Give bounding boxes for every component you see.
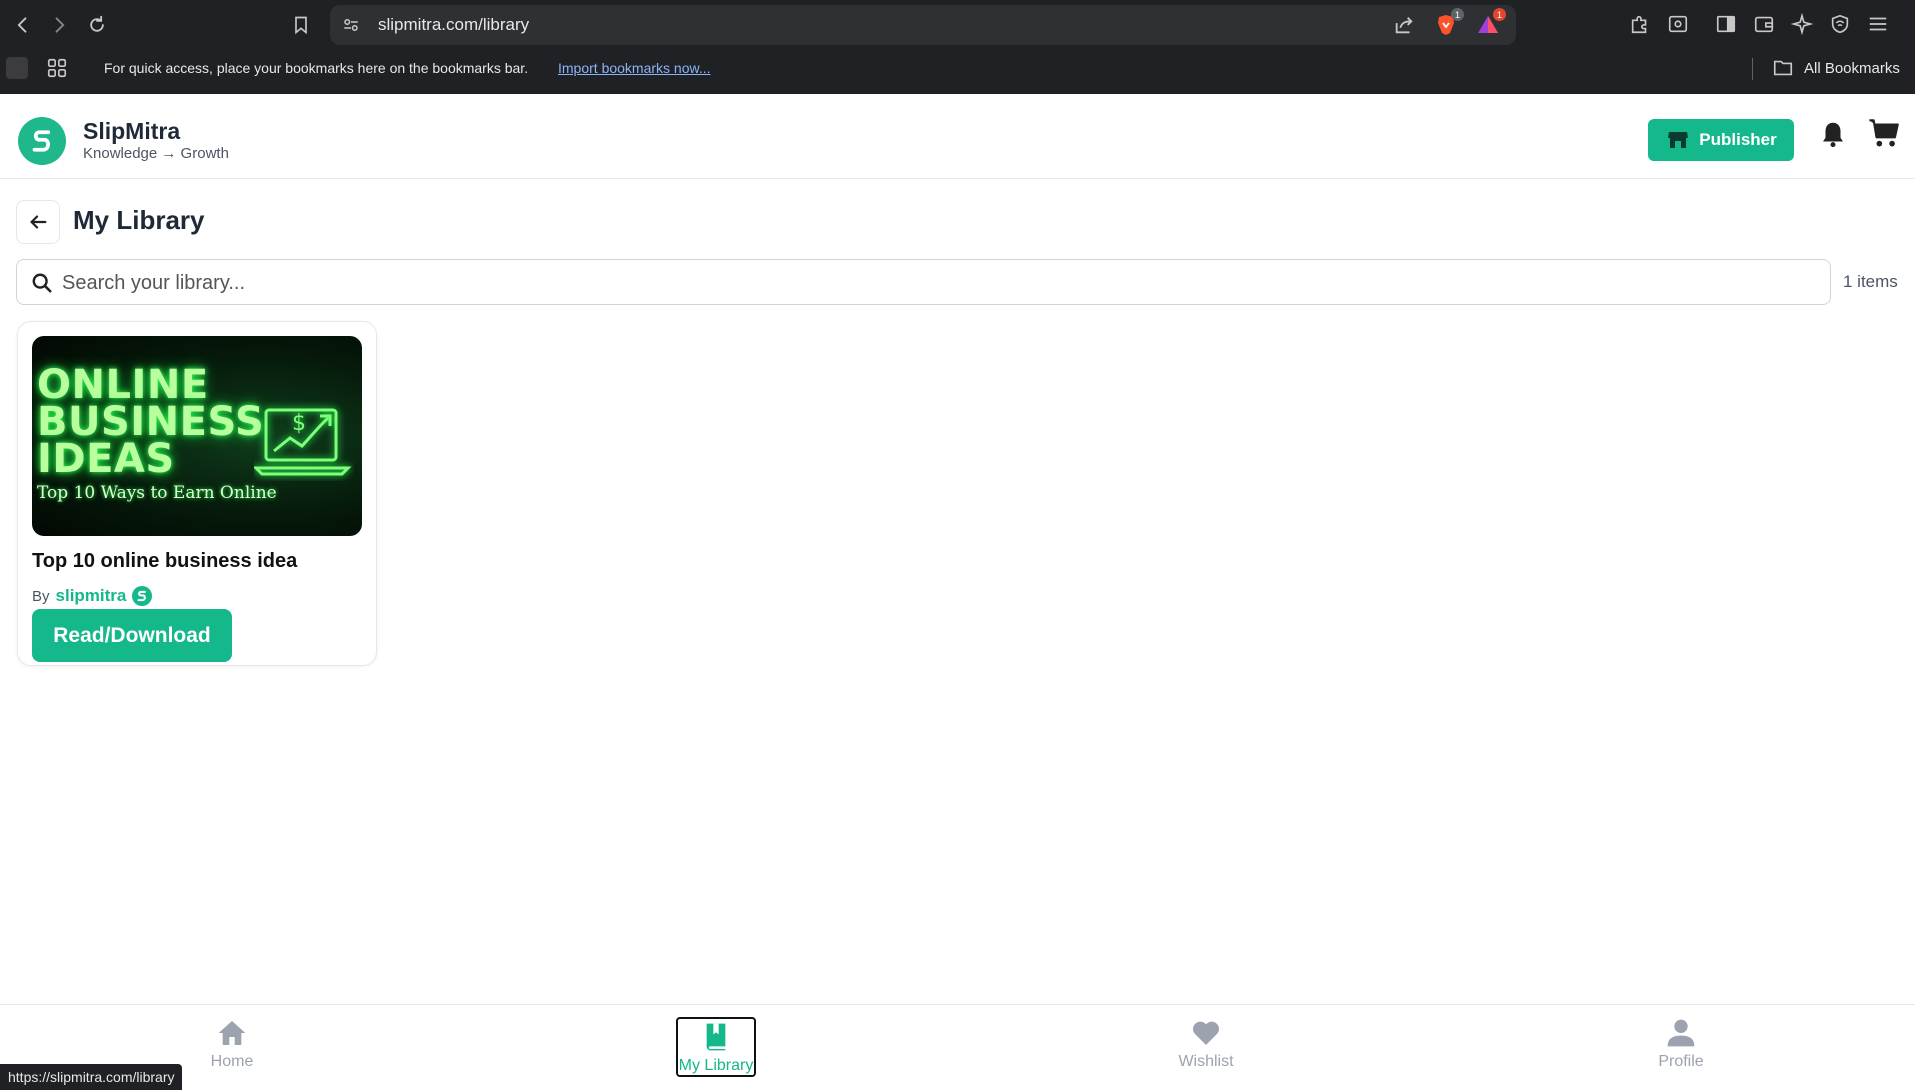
wallet-button[interactable] <box>1752 10 1776 38</box>
browser-toolbar: slipmitra.com/library 1 1 <box>0 0 1915 50</box>
author-name[interactable]: slipmitra <box>56 586 127 606</box>
chevron-right-icon <box>55 17 65 33</box>
app-header: SlipMitra Knowledge → Growth Publisher <box>0 94 1915 179</box>
bell-icon[interactable] <box>1818 117 1848 151</box>
shields-count-badge: 1 <box>1451 8 1464 21</box>
bookmarks-bar-prompt: For quick access, place your bookmarks h… <box>104 60 529 76</box>
reader-icon <box>1668 15 1688 33</box>
publisher-button[interactable]: Publisher <box>1648 119 1794 161</box>
puzzle-icon <box>1631 15 1647 34</box>
book-icon <box>706 1023 726 1051</box>
reload-button[interactable] <box>79 7 115 43</box>
back-nav-button[interactable] <box>5 7 41 43</box>
brave-rewards-button[interactable]: 1 <box>1476 8 1506 37</box>
page-title: My Library <box>73 205 205 235</box>
library-search-box[interactable] <box>16 259 1831 305</box>
address-bar-actions: 1 1 <box>1392 8 1506 37</box>
read-download-button[interactable]: Read/Download <box>32 609 232 662</box>
nav-home-label: Home <box>210 1053 254 1070</box>
bookmark-favicon-placeholder[interactable] <box>6 57 28 79</box>
wallet-icon <box>1754 16 1774 33</box>
address-bar[interactable]: slipmitra.com/library 1 1 <box>330 5 1516 45</box>
reload-icon <box>90 15 104 32</box>
user-icon <box>1667 1019 1695 1047</box>
heart-icon <box>1192 1021 1220 1045</box>
sidebar-icon <box>1716 15 1736 33</box>
folder-icon <box>1773 60 1793 76</box>
nav-my-library[interactable]: My Library <box>676 1017 756 1077</box>
verified-publisher-badge <box>132 586 153 606</box>
bookmarks-divider <box>1752 58 1753 80</box>
browser-chrome: slipmitra.com/library 1 1 For quick acce… <box>0 0 1915 94</box>
nav-wishlist-label: Wishlist <box>1178 1053 1234 1070</box>
publisher-label: Publisher <box>1699 130 1777 149</box>
by-label: By <box>32 587 50 605</box>
brand-name[interactable]: SlipMitra <box>83 118 180 145</box>
laptop-growth-icon: $ <box>254 408 352 476</box>
leo-ai-button[interactable] <box>1790 10 1814 38</box>
book-author-line: By slipmitra <box>32 586 153 606</box>
reader-mode-button[interactable] <box>1666 10 1690 38</box>
book-cover-image[interactable]: ONLINE BUSINESS IDEAS Top 10 Ways to Ear… <box>32 336 362 536</box>
extensions-button[interactable] <box>1628 10 1652 38</box>
share-button[interactable] <box>1392 13 1416 37</box>
rewards-count-badge: 1 <box>1493 8 1506 21</box>
library-item-card[interactable]: ONLINE BUSINESS IDEAS Top 10 Ways to Ear… <box>17 321 377 666</box>
back-button[interactable] <box>16 200 60 244</box>
site-settings-icon[interactable] <box>342 16 360 34</box>
share-icon <box>1395 17 1413 34</box>
browser-menu-button[interactable] <box>1866 10 1890 38</box>
brand-tagline: Knowledge → Growth <box>83 145 229 162</box>
nav-my-library-label: My Library <box>678 1057 754 1074</box>
bookmark-icon <box>295 16 307 35</box>
url-text[interactable]: slipmitra.com/library <box>378 15 529 35</box>
book-title[interactable]: Top 10 online business idea <box>32 550 297 573</box>
home-icon <box>218 1021 246 1045</box>
apps-grid-icon[interactable] <box>46 57 68 79</box>
slipmitra-s-icon <box>137 590 147 602</box>
browser-extensions-toolbar <box>1628 10 1890 38</box>
store-icon <box>1668 132 1689 148</box>
svg-text:$: $ <box>292 411 306 436</box>
chevron-left-icon <box>17 17 27 33</box>
shield-icon <box>1831 14 1849 34</box>
nav-profile[interactable]: Profile <box>1641 1017 1721 1077</box>
forward-nav-button[interactable] <box>41 7 77 43</box>
cart-icon[interactable] <box>1868 116 1902 150</box>
vpn-button[interactable] <box>1828 10 1852 38</box>
items-count: 1 items <box>1843 272 1898 291</box>
import-bookmarks-link[interactable]: Import bookmarks now... <box>558 60 711 76</box>
sparkle-icon <box>1791 13 1813 35</box>
search-icon <box>32 273 52 293</box>
hamburger-menu-icon <box>1869 17 1887 31</box>
nav-profile-label: Profile <box>1658 1053 1704 1070</box>
sidebar-toggle-button[interactable] <box>1714 10 1738 38</box>
bookmark-page-button[interactable] <box>283 7 319 43</box>
slipmitra-s-icon <box>32 130 51 152</box>
brand-logo[interactable] <box>18 117 66 165</box>
bottom-navigation: Home My Library Wishlist Profile <box>0 1004 1915 1090</box>
cover-subtitle: Top 10 Ways to Earn Online <box>37 483 277 503</box>
arrow-left-icon <box>30 215 47 229</box>
cover-title-line: IDEAS <box>37 436 175 482</box>
nav-home[interactable]: Home <box>192 1017 272 1077</box>
all-bookmarks-button[interactable]: All Bookmarks <box>1772 57 1900 79</box>
link-status-bar: https://slipmitra.com/library <box>0 1064 183 1090</box>
nav-wishlist[interactable]: Wishlist <box>1166 1017 1246 1077</box>
all-bookmarks-label: All Bookmarks <box>1804 59 1900 77</box>
library-search-input[interactable] <box>62 266 1812 300</box>
brave-shields-button[interactable]: 1 <box>1434 8 1464 37</box>
